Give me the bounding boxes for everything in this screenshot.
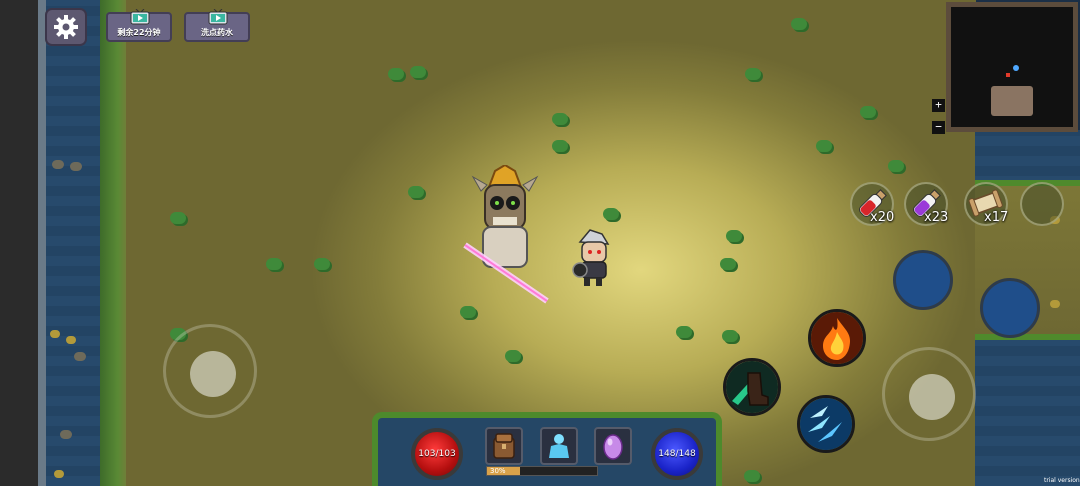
settings-button[interactable] <box>45 8 87 46</box>
bush <box>410 66 426 78</box>
bush <box>505 350 521 362</box>
flower-patch <box>54 470 64 478</box>
bush <box>388 68 404 80</box>
bush <box>745 68 761 80</box>
ice-skill-button[interactable] <box>797 395 855 453</box>
trial-version-watermark: trial version <box>1044 477 1080 484</box>
skeleton-king-boss[interactable] <box>455 165 555 305</box>
bush <box>791 18 807 30</box>
bush <box>720 258 736 270</box>
mana-value: 148/148 <box>658 449 696 459</box>
ice-shard-skill-icon <box>800 398 852 450</box>
rock <box>74 352 86 361</box>
rock <box>70 162 82 171</box>
empty-skill-slot[interactable] <box>893 250 953 310</box>
minimap-zoom-in-button[interactable]: + <box>932 99 945 112</box>
health-value: 103/103 <box>418 449 456 459</box>
minimap-enemy-marker <box>1006 73 1010 77</box>
ad-reward-timer-button[interactable]: 剩余22分钟 <box>106 9 172 42</box>
health-potion-count: x20 <box>870 210 895 225</box>
dash-skill-button[interactable] <box>723 358 781 416</box>
bush <box>676 326 692 338</box>
screen-border-highlight <box>38 0 46 486</box>
flower-patch <box>1050 300 1060 308</box>
bush <box>314 258 330 270</box>
bush <box>603 208 619 220</box>
tv-icon <box>208 9 228 25</box>
character-button[interactable] <box>540 427 578 465</box>
minimap-room <box>991 86 1033 116</box>
fire-skill-button[interactable] <box>808 309 866 367</box>
minimap-player-marker <box>1013 65 1019 71</box>
mana-potion-slot[interactable]: x23 <box>904 182 948 226</box>
mana-potion-count: x23 <box>924 210 949 225</box>
dash-boot-skill-icon <box>726 361 778 413</box>
health-orb: 103/103 <box>411 428 463 480</box>
minimap-zoom-out-button[interactable]: − <box>932 121 945 134</box>
pet-egg-icon <box>603 434 623 460</box>
ad-respec-potion-label: 洗点药水 <box>201 28 233 37</box>
player-knight <box>572 229 610 286</box>
bush <box>552 140 568 152</box>
bush <box>860 106 876 118</box>
rock <box>52 160 64 169</box>
screen-border <box>0 0 38 486</box>
inventory-button[interactable] <box>485 427 523 465</box>
attack-joystick-knob[interactable] <box>909 374 955 420</box>
scroll-count: x17 <box>984 210 1009 225</box>
health-potion-slot[interactable]: x20 <box>850 182 894 226</box>
mana-orb: 148/148 <box>651 428 703 480</box>
tv-icon <box>130 9 150 25</box>
bush <box>744 470 760 482</box>
ad-reward-timer-label: 剩余22分钟 <box>117 28 161 37</box>
bush <box>816 140 832 152</box>
attack-joystick[interactable] <box>882 347 976 441</box>
bush <box>266 258 282 270</box>
experience-label: 30% <box>490 467 506 475</box>
bush <box>888 160 904 172</box>
empty-skill-slot[interactable] <box>980 278 1040 338</box>
scroll-slot[interactable]: x17 <box>964 182 1008 226</box>
rock <box>60 430 72 439</box>
empty-consumable-slot[interactable] <box>1020 182 1064 226</box>
bush <box>408 186 424 198</box>
bush <box>722 330 738 342</box>
minimap[interactable] <box>946 2 1078 132</box>
gear-icon <box>54 15 78 39</box>
flower-patch <box>66 336 76 344</box>
movement-joystick-knob[interactable] <box>190 351 236 397</box>
movement-joystick[interactable] <box>163 324 257 418</box>
flower-patch <box>50 330 60 338</box>
bush <box>552 113 568 125</box>
inventory-bag-icon <box>493 433 515 459</box>
bush <box>460 306 476 318</box>
character-icon <box>549 434 569 458</box>
fire-skill-icon <box>811 312 863 364</box>
bush <box>170 212 186 224</box>
bush <box>726 230 742 242</box>
pet-button[interactable] <box>594 427 632 465</box>
ad-respec-potion-button[interactable]: 洗点药水 <box>184 9 250 42</box>
